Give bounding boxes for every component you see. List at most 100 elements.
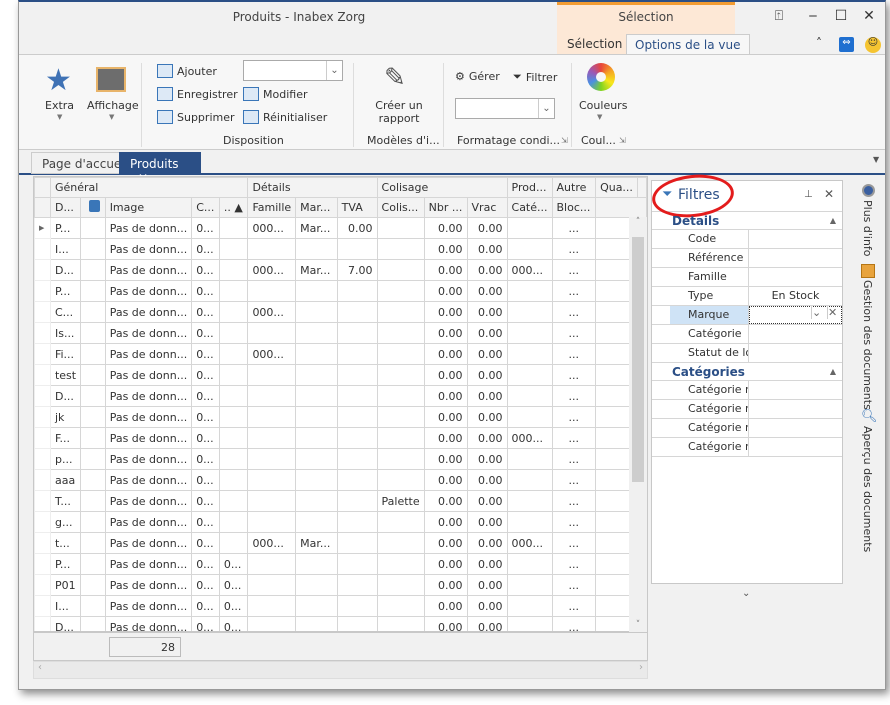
- table-cell[interactable]: P01: [49, 574, 82, 596]
- table-cell[interactable]: 0.00: [423, 364, 468, 386]
- table-cell[interactable]: [336, 574, 378, 596]
- collapse-icon[interactable]: ▲: [830, 212, 836, 230]
- row-indicator[interactable]: [34, 616, 51, 631]
- table-cell[interactable]: [376, 259, 425, 281]
- table-cell[interactable]: 0.00: [466, 238, 508, 260]
- table-cell[interactable]: [376, 553, 425, 575]
- table-cell[interactable]: ...: [551, 280, 597, 302]
- table-cell[interactable]: 0...: [191, 406, 220, 428]
- table-cell[interactable]: 0.00: [423, 217, 468, 239]
- table-cell[interactable]: ...: [551, 448, 597, 470]
- table-cell[interactable]: ...: [551, 427, 597, 449]
- table-cell[interactable]: 0.00: [466, 385, 508, 407]
- table-row[interactable]: t... Pas de donn... 0... 000... Mar... 0.00 0.…: [34, 532, 647, 554]
- table-cell[interactable]: 0...: [191, 532, 220, 554]
- row-indicator[interactable]: [34, 427, 51, 449]
- table-cell[interactable]: Pas de donn...: [104, 301, 193, 323]
- row-indicator[interactable]: ▶: [34, 217, 51, 239]
- table-cell[interactable]: 0...: [218, 616, 249, 631]
- table-cell[interactable]: 0...: [191, 511, 220, 533]
- table-cell[interactable]: [295, 574, 338, 596]
- table-cell[interactable]: 000...: [506, 259, 553, 281]
- tab-selection[interactable]: Sélection: [559, 34, 630, 54]
- dialog-launcher-icon[interactable]: ⇲: [619, 136, 626, 145]
- table-cell[interactable]: [376, 469, 425, 491]
- table-cell[interactable]: [336, 385, 378, 407]
- table-cell[interactable]: [218, 511, 249, 533]
- table-cell[interactable]: [506, 301, 553, 323]
- column-header[interactable]: Mar...: [295, 197, 338, 218]
- table-cell[interactable]: 0.00: [466, 616, 508, 631]
- row-indicator[interactable]: [34, 595, 51, 617]
- table-cell[interactable]: 0...: [191, 217, 220, 239]
- table-cell[interactable]: [80, 448, 106, 470]
- table-cell[interactable]: 0.00: [466, 448, 508, 470]
- row-indicator[interactable]: [34, 364, 51, 386]
- table-cell[interactable]: [336, 532, 378, 554]
- table-cell[interactable]: [80, 553, 106, 575]
- table-cell[interactable]: Mar...: [295, 532, 338, 554]
- table-cell[interactable]: Palette: [376, 490, 425, 512]
- row-indicator[interactable]: [34, 238, 51, 260]
- pin-icon[interactable]: ⊥: [804, 189, 813, 200]
- table-cell[interactable]: 0...: [191, 490, 220, 512]
- table-cell[interactable]: Pas de donn...: [104, 280, 193, 302]
- table-cell[interactable]: 000...: [247, 259, 297, 281]
- table-cell[interactable]: [295, 469, 338, 491]
- lock-column-header[interactable]: [80, 197, 106, 218]
- table-cell[interactable]: [336, 322, 378, 344]
- table-cell[interactable]: 0...: [191, 595, 220, 617]
- column-header[interactable]: Caté...: [506, 197, 553, 218]
- table-row[interactable]: Fi... Pas de donn... 0... 000... 0.00 0.00...: [34, 343, 647, 365]
- enregistrer-button[interactable]: Enregistrer: [157, 87, 238, 101]
- scrollbar-thumb[interactable]: [632, 237, 644, 482]
- table-cell[interactable]: ...: [551, 364, 597, 386]
- table-cell[interactable]: 0.00: [466, 364, 508, 386]
- table-cell[interactable]: [80, 259, 106, 281]
- table-cell[interactable]: [247, 238, 297, 260]
- band-header[interactable]: Autre: [551, 177, 597, 198]
- table-cell[interactable]: 0.00: [423, 532, 468, 554]
- table-cell[interactable]: [80, 343, 106, 365]
- table-row[interactable]: F... Pas de donn... 0... 0.00 0.00 000......: [34, 427, 647, 449]
- table-cell[interactable]: [218, 322, 249, 344]
- table-cell[interactable]: 0.00: [466, 406, 508, 428]
- table-cell[interactable]: [376, 322, 425, 344]
- table-cell[interactable]: jk: [49, 406, 82, 428]
- table-cell[interactable]: 0.00: [466, 217, 508, 239]
- column-header[interactable]: Vrac: [466, 197, 508, 218]
- table-cell[interactable]: [506, 406, 553, 428]
- table-cell[interactable]: [247, 616, 297, 631]
- table-cell[interactable]: 0.00: [423, 595, 468, 617]
- table-cell[interactable]: 000...: [247, 217, 297, 239]
- table-cell[interactable]: [376, 616, 425, 631]
- row-indicator[interactable]: [34, 343, 51, 365]
- table-cell[interactable]: 0.00: [423, 322, 468, 344]
- table-row[interactable]: C... Pas de donn... 0... 000... 0.00 0.00...: [34, 301, 647, 323]
- table-cell[interactable]: [295, 595, 338, 617]
- table-row[interactable]: p... Pas de donn... 0... 0.00 0.00...: [34, 448, 647, 470]
- table-cell[interactable]: 0.00: [423, 448, 468, 470]
- table-cell[interactable]: 0.00: [466, 574, 508, 596]
- table-cell[interactable]: 0...: [191, 322, 220, 344]
- table-row[interactable]: jk Pas de donn... 0... 0.00 0.00...: [34, 406, 647, 428]
- table-cell[interactable]: Mar...: [295, 217, 338, 239]
- table-cell[interactable]: [247, 553, 297, 575]
- table-cell[interactable]: [506, 490, 553, 512]
- table-cell[interactable]: 0...: [191, 427, 220, 449]
- extra-button[interactable]: Extra: [45, 99, 74, 112]
- table-cell[interactable]: 0.00: [423, 385, 468, 407]
- table-cell[interactable]: [336, 406, 378, 428]
- collapse-ribbon-icon[interactable]: ˄: [809, 36, 829, 50]
- table-cell[interactable]: Is...: [49, 322, 82, 344]
- side-panel-gestion-documents[interactable]: Gestion des documents: [861, 280, 874, 410]
- table-cell[interactable]: 0...: [218, 574, 249, 596]
- table-cell[interactable]: ...: [551, 469, 597, 491]
- table-cell[interactable]: [376, 595, 425, 617]
- table-cell[interactable]: 0...: [218, 553, 249, 575]
- table-cell[interactable]: [218, 301, 249, 323]
- table-cell[interactable]: 0...: [191, 574, 220, 596]
- table-cell[interactable]: I...: [49, 595, 82, 617]
- layout-combo[interactable]: ⌄: [243, 60, 343, 81]
- table-cell[interactable]: [218, 259, 249, 281]
